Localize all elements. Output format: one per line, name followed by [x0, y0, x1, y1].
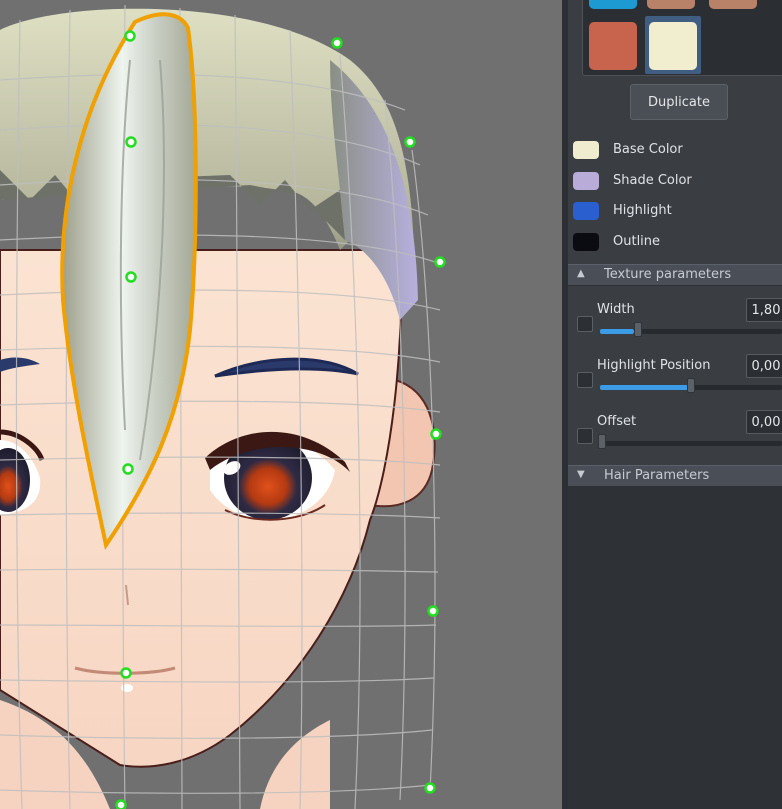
offset-param: Offset 0,00 — [568, 410, 782, 462]
highlight-color-swatch[interactable] — [573, 202, 599, 220]
hair-parameters-title: Hair Parameters — [604, 468, 710, 483]
offset-value-field[interactable]: 0,00 — [746, 410, 782, 434]
properties-panel: Duplicate Base Color Shade Color Highlig… — [568, 0, 782, 809]
offset-label: Offset — [597, 414, 637, 429]
width-param: Width 1,80 — [568, 298, 782, 350]
width-checkbox[interactable] — [577, 316, 593, 332]
width-slider-fill — [600, 329, 634, 334]
chevron-down-icon: ▼ — [577, 469, 585, 480]
highlight-position-value-field[interactable]: 0,00 — [746, 354, 782, 378]
width-label: Width — [597, 302, 635, 317]
width-slider-thumb[interactable] — [634, 322, 642, 337]
offset-slider-track[interactable] — [600, 441, 782, 446]
highlight-color-label: Highlight — [613, 203, 672, 218]
3d-viewport[interactable] — [0, 0, 562, 809]
shade-color-label: Shade Color — [613, 173, 692, 188]
highlight-position-slider-fill — [600, 385, 688, 390]
outline-color-label: Outline — [613, 234, 661, 249]
material-swatch-list — [582, 0, 782, 76]
offset-checkbox[interactable] — [577, 428, 593, 444]
highlight-position-checkbox[interactable] — [577, 372, 593, 388]
duplicate-button[interactable]: Duplicate — [630, 84, 728, 120]
outline-color-row[interactable]: Outline — [573, 232, 778, 254]
panel-empty-area — [568, 487, 782, 809]
shade-color-row[interactable]: Shade Color — [573, 171, 778, 193]
texture-parameters-header[interactable]: ▲ Texture parameters — [568, 264, 782, 286]
hair-parameters-header[interactable]: ▼ Hair Parameters — [568, 465, 782, 487]
texture-parameters-title: Texture parameters — [604, 267, 732, 282]
swatch-1[interactable] — [589, 0, 637, 9]
outline-color-swatch[interactable] — [573, 233, 599, 251]
highlight-position-param: Highlight Position 0,00 — [568, 354, 782, 406]
swatch-3[interactable] — [709, 0, 757, 9]
shade-color-swatch[interactable] — [573, 172, 599, 190]
highlight-position-label: Highlight Position — [597, 358, 711, 373]
highlight-color-row[interactable]: Highlight — [573, 201, 778, 223]
offset-slider-thumb[interactable] — [598, 434, 606, 449]
width-value-field[interactable]: 1,80 — [746, 298, 782, 322]
highlight-position-slider-thumb[interactable] — [687, 378, 695, 393]
base-color-row[interactable]: Base Color — [573, 140, 778, 162]
swatch-5-selected[interactable] — [649, 22, 697, 70]
swatch-4[interactable] — [589, 22, 637, 70]
base-color-label: Base Color — [613, 142, 683, 157]
base-color-swatch[interactable] — [573, 141, 599, 159]
head-model-render[interactable] — [0, 0, 562, 809]
chevron-up-icon: ▲ — [577, 268, 585, 279]
swatch-2[interactable] — [647, 0, 695, 9]
